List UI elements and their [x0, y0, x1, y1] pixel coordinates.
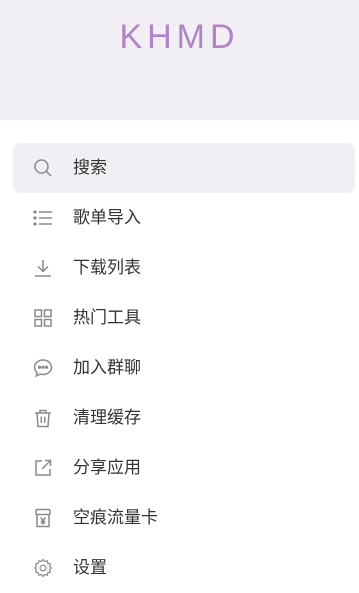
menu-item-hot-tools[interactable]: 热门工具 — [13, 293, 355, 343]
drawer-header: KHMD — [0, 0, 359, 120]
trash-icon — [33, 408, 53, 428]
menu-item-join-group[interactable]: 加入群聊 — [13, 343, 355, 393]
menu-item-label: 清理缓存 — [73, 408, 141, 428]
menu-item-clear-cache[interactable]: 清理缓存 — [13, 393, 355, 443]
sim-card-icon — [33, 508, 53, 528]
menu-item-playlist-import[interactable]: 歌单导入 — [13, 193, 355, 243]
share-icon — [33, 458, 53, 478]
menu-item-label: 分享应用 — [73, 458, 141, 478]
menu-item-label: 下载列表 — [73, 258, 141, 278]
menu-item-label: 空痕流量卡 — [73, 508, 158, 528]
list-icon — [33, 208, 53, 228]
chat-icon — [33, 358, 53, 378]
download-icon — [33, 258, 53, 278]
menu-item-label: 歌单导入 — [73, 208, 141, 228]
menu-item-download-list[interactable]: 下载列表 — [13, 243, 355, 293]
menu-item-share-app[interactable]: 分享应用 — [13, 443, 355, 493]
menu-item-label: 设置 — [73, 558, 107, 578]
menu-item-search[interactable]: 搜索 — [13, 143, 355, 193]
search-icon — [33, 158, 53, 178]
menu-item-label: 搜索 — [73, 158, 107, 178]
brand-title: KHMD — [119, 18, 240, 56]
gear-icon — [33, 558, 53, 578]
drawer-menu: 搜索 歌单导入 下载列表 热门工具 加入群聊 清理缓存 分享应用 空痕流量卡 设… — [0, 143, 359, 593]
menu-item-data-card[interactable]: 空痕流量卡 — [13, 493, 355, 543]
menu-item-settings[interactable]: 设置 — [13, 543, 355, 593]
grid-icon — [33, 308, 53, 328]
menu-item-label: 加入群聊 — [73, 358, 141, 378]
menu-item-label: 热门工具 — [73, 308, 141, 328]
